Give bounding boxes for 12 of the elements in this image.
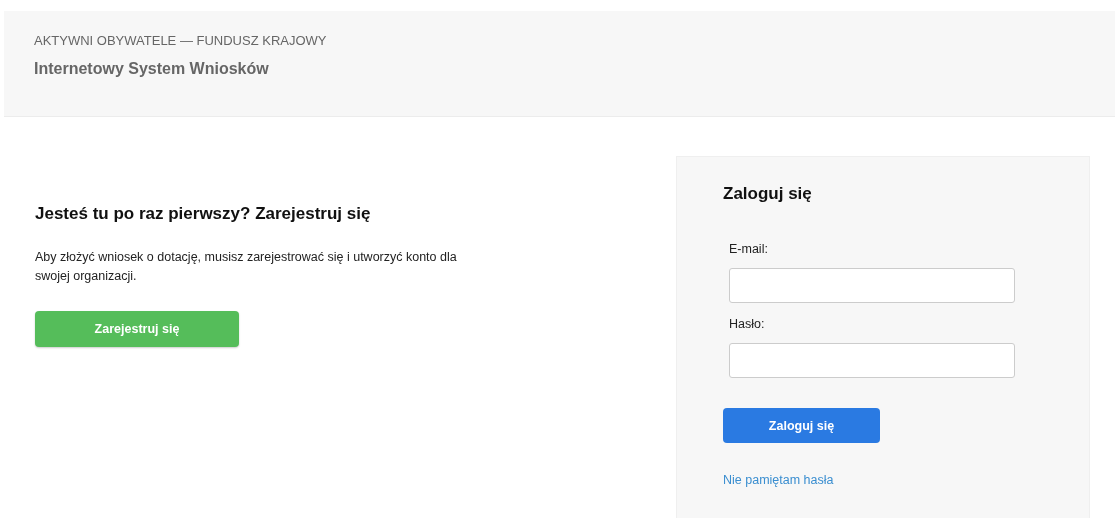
- site-subtitle: AKTYWNI OBYWATELE — FUNDUSZ KRAJOWY: [34, 33, 328, 48]
- field-label: E-mail:: [729, 242, 768, 256]
- password-field[interactable]: [729, 343, 1015, 378]
- register-description: Aby złożyć wniosek o dotację, musisz zarejestrować się i utworzyć konto dla swojej organizacji.: [35, 249, 458, 285]
- forgot-password-link[interactable]: Nie pamiętam hasła: [723, 473, 834, 487]
- field-label: Hasło:: [729, 317, 765, 331]
- email-field[interactable]: [729, 268, 1015, 303]
- login-heading: Zaloguj się: [723, 184, 812, 204]
- register-button[interactable]: Zarejestruj się: [35, 311, 239, 347]
- register-heading: Jesteś tu po raz pierwszy? Zarejestruj się: [35, 204, 372, 224]
- site-title: Internetowy System Wniosków: [34, 60, 270, 78]
- login-button[interactable]: Zaloguj się: [723, 408, 880, 443]
